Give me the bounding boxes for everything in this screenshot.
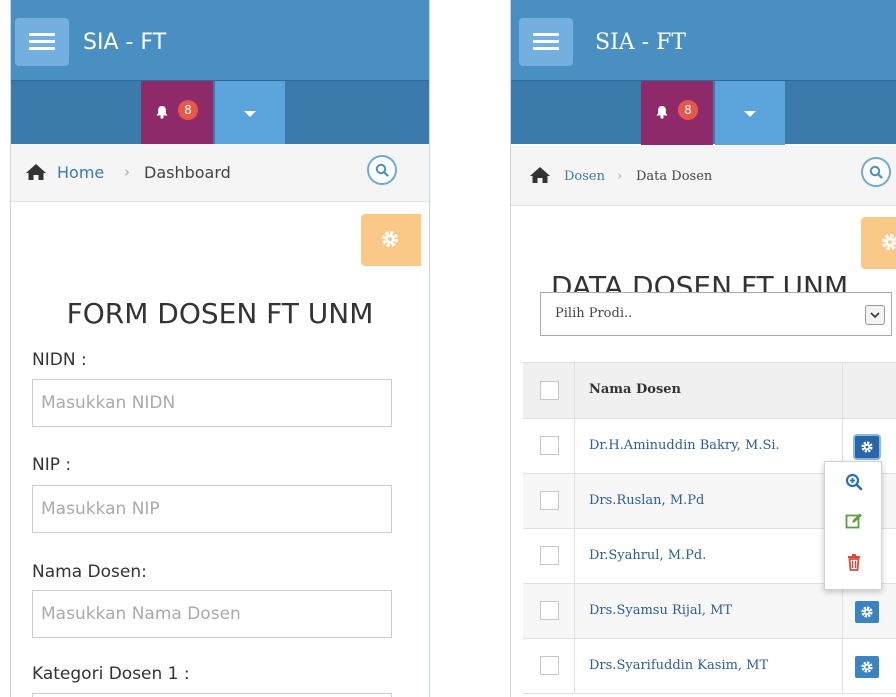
row-checkbox[interactable] xyxy=(540,491,559,510)
chevron-down-icon xyxy=(865,305,885,325)
hamburger-menu-button[interactable] xyxy=(519,18,573,66)
dosen-name-link[interactable]: Drs.Syamsu Rijal, MT xyxy=(589,603,732,618)
caret-down-icon xyxy=(244,111,256,117)
user-dropdown-button[interactable] xyxy=(215,81,285,145)
column-header-nama-dosen: Nama Dosen xyxy=(589,382,681,397)
settings-toggle-button[interactable] xyxy=(361,214,421,266)
notification-count-badge: 8 xyxy=(678,100,698,120)
nip-label: NIP : xyxy=(32,455,72,475)
edit-icon[interactable] xyxy=(845,512,863,534)
secondary-navbar: 8 xyxy=(11,80,429,145)
hamburger-menu-button[interactable] xyxy=(15,18,69,66)
kategori-dosen-label: Kategori Dosen 1 : xyxy=(32,664,190,684)
breadcrumb-current: Dashboard xyxy=(144,163,231,182)
user-dropdown-button[interactable] xyxy=(715,81,785,145)
prodi-select-value: Pilih Prodi.. xyxy=(555,306,633,321)
settings-toggle-button[interactable] xyxy=(861,217,896,269)
breadcrumb: Home › Dashboard xyxy=(11,144,429,202)
nidn-input[interactable] xyxy=(32,379,392,427)
bell-icon xyxy=(655,105,669,119)
breadcrumb-current: Data Dosen xyxy=(636,169,713,184)
caret-down-icon xyxy=(744,111,756,117)
dosen-name-link[interactable]: Drs.Syarifuddin Kasim, MT xyxy=(589,658,768,673)
search-icon xyxy=(375,163,389,177)
nama-dosen-label: Nama Dosen: xyxy=(32,562,147,582)
breadcrumb-separator: › xyxy=(617,169,623,184)
gear-icon xyxy=(861,661,873,673)
app-title: SIA - FT xyxy=(83,30,167,55)
row-checkbox[interactable] xyxy=(540,656,559,675)
dosen-name-link[interactable]: Dr.H.Aminuddin Bakry, M.Si. xyxy=(589,438,780,453)
row-action-menu xyxy=(824,461,882,590)
kategori-dosen-select[interactable] xyxy=(32,693,392,697)
secondary-navbar: 8 xyxy=(511,80,896,145)
bell-icon xyxy=(155,105,169,119)
row-checkbox[interactable] xyxy=(540,436,559,455)
data-dosen-screen: SIA - FT 8 Dosen › Data Dosen DATA DOSEN… xyxy=(510,0,896,697)
search-button[interactable] xyxy=(367,155,397,185)
row-checkbox[interactable] xyxy=(540,601,559,620)
search-icon xyxy=(869,165,883,179)
breadcrumb-dosen-link[interactable]: Dosen xyxy=(564,169,605,184)
top-navbar: SIA - FT xyxy=(11,0,429,80)
zoom-in-icon[interactable] xyxy=(845,473,863,495)
form-dosen-screen: SIA - FT 8 Home › Dashboard FORM DOSEN F… xyxy=(10,0,430,697)
home-icon xyxy=(25,163,47,185)
gear-icon xyxy=(882,234,896,250)
form-title: FORM DOSEN FT UNM xyxy=(66,297,374,330)
gear-icon xyxy=(861,606,873,618)
gear-icon xyxy=(861,441,873,453)
select-all-checkbox[interactable] xyxy=(540,381,559,400)
notifications-button[interactable]: 8 xyxy=(641,81,713,145)
breadcrumb-separator: › xyxy=(124,163,130,181)
notifications-button[interactable]: 8 xyxy=(141,81,213,145)
dosen-name-link[interactable]: Drs.Ruslan, M.Pd xyxy=(589,493,704,508)
table-header-row: Nama Dosen xyxy=(523,363,896,419)
breadcrumb: Dosen › Data Dosen xyxy=(511,146,896,206)
breadcrumb-home-link[interactable]: Home xyxy=(57,163,104,182)
gear-icon xyxy=(382,231,398,247)
notification-count-badge: 8 xyxy=(178,100,198,120)
trash-icon[interactable] xyxy=(845,553,863,575)
row-checkbox[interactable] xyxy=(540,546,559,565)
home-icon xyxy=(529,166,551,188)
dosen-name-link[interactable]: Dr.Syahrul, M.Pd. xyxy=(589,548,706,563)
nip-input[interactable] xyxy=(32,485,392,533)
row-action-button[interactable] xyxy=(855,601,879,623)
app-title: SIA - FT xyxy=(595,30,687,55)
nama-dosen-input[interactable] xyxy=(32,590,392,638)
prodi-select[interactable]: Pilih Prodi.. xyxy=(540,292,892,336)
table-row: Drs.Syamsu Rijal, MT xyxy=(523,584,896,639)
row-action-button[interactable] xyxy=(855,436,879,458)
search-button[interactable] xyxy=(861,157,891,187)
nidn-label: NIDN : xyxy=(32,350,87,370)
row-action-button[interactable] xyxy=(855,656,879,678)
table-row: Drs.Syarifuddin Kasim, MT xyxy=(523,639,896,694)
top-navbar: SIA - FT xyxy=(511,0,896,80)
